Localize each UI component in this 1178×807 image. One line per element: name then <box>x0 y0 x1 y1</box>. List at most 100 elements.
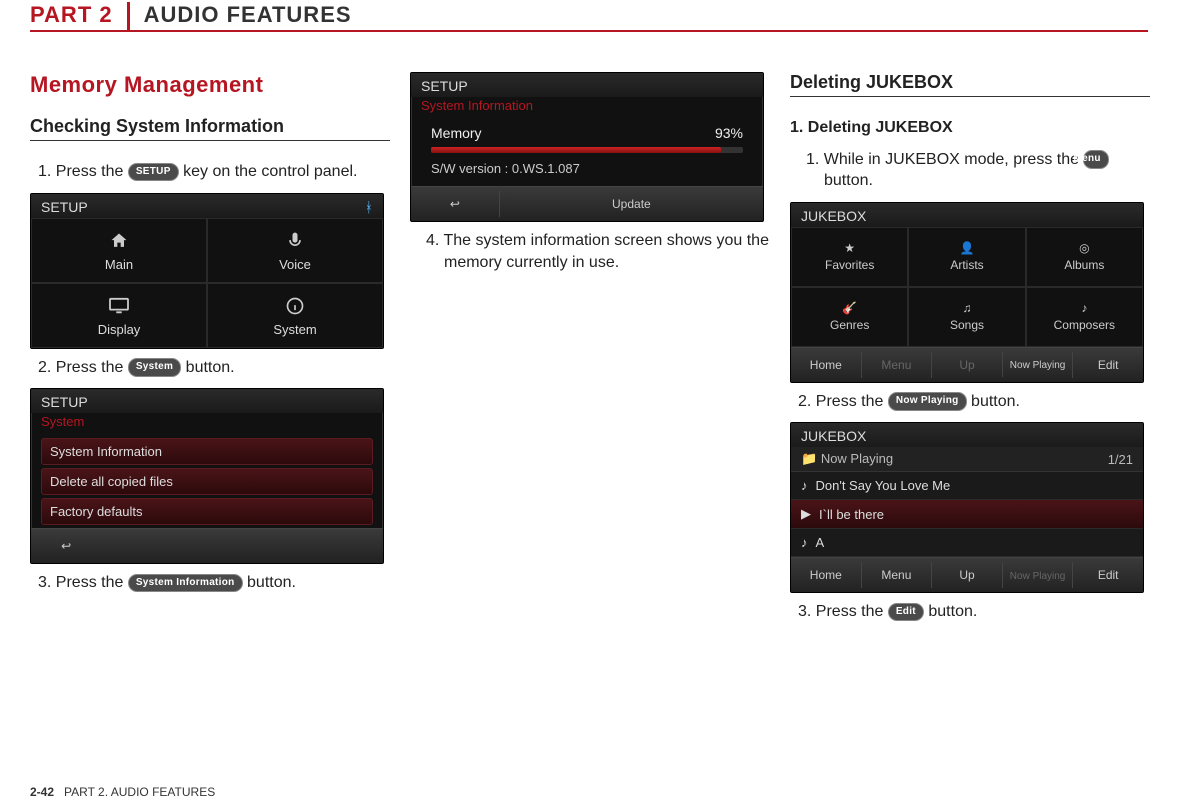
step-2: 2. Press the Now Playing button. <box>798 391 1150 413</box>
back-icon: ↩ <box>31 533 101 559</box>
screenshot-subtitle: System Information <box>411 97 763 119</box>
system-button-label: System <box>128 358 181 377</box>
screenshot-title: JUKEBOX <box>801 208 866 224</box>
step-3: 3. Press the System Information button. <box>38 572 390 594</box>
screenshot-subtitle: System <box>31 413 383 435</box>
page-footer: 2-42 PART 2. AUDIO FEATURES <box>30 785 215 799</box>
column-3: Deleting JUKEBOX 1. Deleting JUKEBOX 1. … <box>790 72 1150 633</box>
cell-label: Songs <box>950 318 984 332</box>
jukebox-cell: ♪Composers <box>1026 287 1143 347</box>
footer-home: Home <box>791 352 861 378</box>
step-1: 1. While in JUKEBOX mode, press the Menu… <box>798 149 1150 192</box>
setup-key-label: SETUP <box>128 163 179 182</box>
footer-now-playing: Now Playing <box>1002 563 1073 588</box>
column-2: SETUP System Information Memory 93% S/W … <box>410 72 770 633</box>
menu-row: System Information <box>41 438 373 465</box>
composer-icon: ♪ <box>1081 301 1087 315</box>
footer-edit: Edit <box>1072 352 1143 378</box>
menu-row: Factory defaults <box>41 498 373 525</box>
home-icon <box>106 229 132 253</box>
voice-icon <box>282 229 308 253</box>
system-information-button-label: System Information <box>128 574 243 593</box>
play-icon: ▶ <box>801 506 811 522</box>
info-icon <box>282 294 308 318</box>
screenshot-setup-main: SETUP ᚼ Main Voice Display System <box>30 193 384 349</box>
track-row: ♪ Don't Say You Love Me <box>791 472 1143 500</box>
cell-label: Voice <box>279 257 311 272</box>
jukebox-cell: ♫Songs <box>908 287 1025 347</box>
star-icon: ★ <box>844 241 855 255</box>
folder-icon: 📁 <box>801 451 817 466</box>
note-icon: ♪ <box>801 535 808 550</box>
now-playing-button-label: Now Playing <box>888 392 967 411</box>
cell-label: System <box>273 322 316 337</box>
step-text: key on the control panel. <box>183 163 357 180</box>
jukebox-cell: 🎸Genres <box>791 287 908 347</box>
setup-voice-cell: Voice <box>207 218 383 283</box>
cell-label: Albums <box>1064 258 1104 272</box>
screenshot-title: SETUP <box>421 78 468 94</box>
track-row: ♪A <box>791 529 1143 557</box>
cell-label: Favorites <box>825 258 874 272</box>
bluetooth-icon: ᚼ <box>365 199 373 215</box>
jukebox-cell: 👤 Artists <box>908 227 1025 287</box>
screenshot-title: SETUP <box>41 394 88 410</box>
note-icon: ♪ <box>801 478 808 493</box>
header-part: PART 2 <box>30 2 130 30</box>
subsection-heading: Deleting JUKEBOX <box>790 72 1150 97</box>
cell-label: Display <box>98 322 141 337</box>
footer-edit: Edit <box>1072 562 1143 588</box>
step-1: 1. Press the SETUP key on the control pa… <box>38 161 390 183</box>
setup-system-cell: System <box>207 283 383 348</box>
footer-label: PART 2. AUDIO FEATURES <box>64 785 215 799</box>
step-text: 1. While in JUKEBOX mode, press the <box>806 151 1083 168</box>
step-text: button. <box>928 603 977 620</box>
column-1: Memory Management Checking System Inform… <box>30 72 390 633</box>
screenshot-jukebox-grid: JUKEBOX ★ Favorites 👤 Artists ◎ Albums 🎸Gen… <box>790 202 1144 383</box>
screenshot-setup-system: SETUP System System Information Delete a… <box>30 388 384 564</box>
section-heading: Memory Management <box>30 72 390 98</box>
step-text: 1. Press the <box>38 163 128 180</box>
step-2: 2. Press the System button. <box>38 357 390 379</box>
deleting-jukebox-h1: 1. Deleting JUKEBOX <box>790 117 1150 139</box>
footer-up: Up <box>931 352 1002 378</box>
step-3: 3. Press the Edit button. <box>798 601 1150 623</box>
header-title: AUDIO FEATURES <box>130 2 352 30</box>
now-playing-label: Now Playing <box>821 451 893 466</box>
page-number: 2-42 <box>30 785 54 799</box>
track-title: A <box>816 535 825 550</box>
memory-bar <box>431 147 743 153</box>
page-header: PART 2 AUDIO FEATURES <box>30 0 1148 32</box>
cell-label: Main <box>105 257 133 272</box>
setup-display-cell: Display <box>31 283 207 348</box>
back-button: ↩ <box>411 191 499 217</box>
track-title: Don't Say You Love Me <box>816 478 951 493</box>
screenshot-title: JUKEBOX <box>801 428 866 444</box>
step-text: 3. Press the <box>38 574 128 591</box>
setup-main-cell: Main <box>31 218 207 283</box>
step-text: 2. Press the <box>798 393 888 410</box>
sw-version: S/W version : 0.WS.1.087 <box>411 159 763 186</box>
track-row-selected: ▶ I`ll be there <box>791 500 1143 529</box>
track-title: I`ll be there <box>819 507 884 522</box>
jukebox-cell: ★ Favorites <box>791 227 908 287</box>
footer-menu: Menu <box>861 352 932 378</box>
memory-label: Memory <box>431 125 482 141</box>
footer-up: Up <box>931 562 1002 588</box>
jukebox-cell: ◎ Albums <box>1026 227 1143 287</box>
guitar-icon: 🎸 <box>842 301 857 315</box>
footer-now-playing: Now Playing <box>1002 352 1073 377</box>
disc-icon: ◎ <box>1079 241 1089 255</box>
menu-row: Delete all copied files <box>41 468 373 495</box>
screenshot-system-info: SETUP System Information Memory 93% S/W … <box>410 72 764 222</box>
step-text: button. <box>971 393 1020 410</box>
step-text: button. <box>247 574 296 591</box>
cell-label: Artists <box>950 258 983 272</box>
subsection-heading: Checking System Information <box>30 116 390 141</box>
step-4: 4. The system information screen shows y… <box>418 230 770 273</box>
step-text: button. <box>186 359 235 376</box>
memory-percent: 93% <box>715 125 743 141</box>
screenshot-title: SETUP <box>41 199 88 215</box>
person-icon: 👤 <box>960 241 975 255</box>
step-text: 3. Press the <box>798 603 888 620</box>
